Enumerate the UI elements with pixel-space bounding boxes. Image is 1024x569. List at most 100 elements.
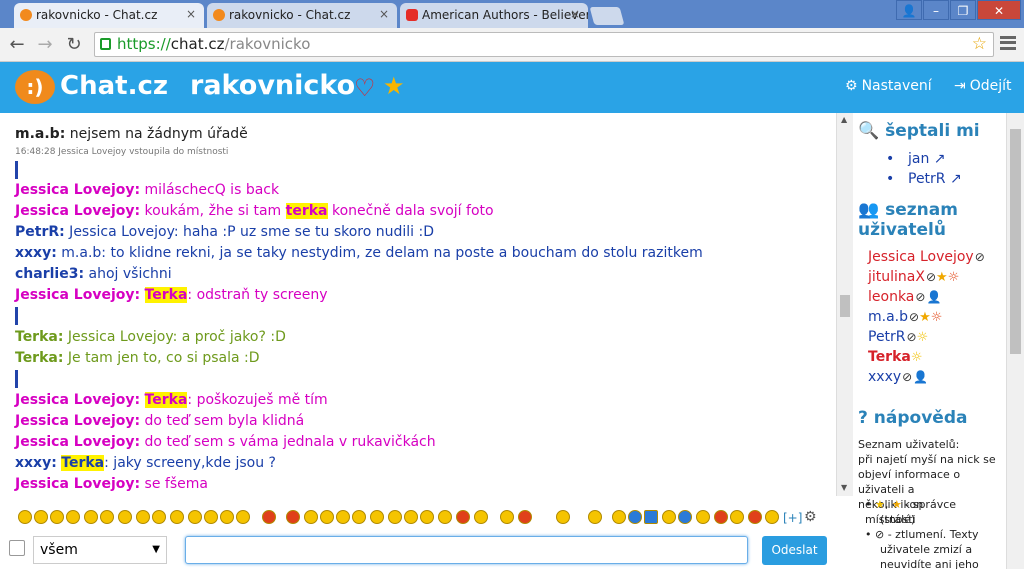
reload-icon[interactable]: ↻ xyxy=(63,34,85,56)
devil-emoticon-icon[interactable] xyxy=(456,510,470,524)
new-tab-button[interactable] xyxy=(589,7,625,25)
browser-tab-2[interactable]: rakovnicko - Chat.cz × xyxy=(207,3,397,28)
send-button[interactable]: Odeslat xyxy=(762,536,827,565)
heart-emoticon-icon[interactable] xyxy=(262,510,276,524)
settings-link[interactable]: ⚙ Nastavení xyxy=(845,78,932,94)
chat-logo-icon[interactable]: :) xyxy=(15,70,55,104)
nick[interactable]: Jessica Lovejoy: xyxy=(15,287,140,303)
smiley-icon[interactable] xyxy=(500,510,514,524)
nick[interactable]: Jessica Lovejoy: xyxy=(15,434,140,450)
smiley-icon[interactable] xyxy=(18,510,32,524)
logo-text[interactable]: Chat.cz xyxy=(60,71,168,101)
smiley-icon[interactable] xyxy=(748,510,762,524)
smiley-icon[interactable] xyxy=(765,510,779,524)
tab-close-icon[interactable]: × xyxy=(186,7,196,21)
user-icon[interactable]: 👤 xyxy=(896,0,922,20)
back-icon[interactable]: ← xyxy=(6,34,28,56)
scroll-down-icon[interactable]: ▼ xyxy=(841,483,847,492)
window-close-icon[interactable]: ✕ xyxy=(977,0,1021,20)
scroll-thumb[interactable] xyxy=(1010,129,1021,354)
nick[interactable]: Jessica Lovejoy: xyxy=(15,203,140,219)
smiley-icon[interactable] xyxy=(352,510,366,524)
scroll-thumb[interactable] xyxy=(840,295,850,317)
smiley-icon[interactable] xyxy=(612,510,626,524)
nick[interactable]: xxxy: xyxy=(15,455,57,471)
chat-scrollbar[interactable]: ▲ ▼ xyxy=(836,113,853,496)
maximize-icon[interactable]: ❐ xyxy=(950,0,976,20)
users-heading: 👥 seznam uživatelů xyxy=(858,200,958,240)
user-item[interactable]: jitulinaX⊘★☼ xyxy=(868,269,959,285)
user-item[interactable]: PetrR⊘☼ xyxy=(868,329,928,345)
nick[interactable]: Jessica Lovejoy: xyxy=(15,392,140,408)
emoticon-settings-icon[interactable]: ⚙ xyxy=(804,509,817,525)
tab-close-icon[interactable]: × xyxy=(570,7,580,21)
user-item[interactable]: xxxy⊘👤 xyxy=(868,369,928,385)
user-item[interactable]: leonka⊘👤 xyxy=(868,289,941,305)
nick[interactable]: Jessica Lovejoy: xyxy=(15,413,140,429)
smiley-icon[interactable] xyxy=(588,510,602,524)
address-bar[interactable]: https://chat.cz/rakovnicko ☆ xyxy=(94,32,994,57)
smiley-icon[interactable] xyxy=(370,510,384,524)
smiley-icon[interactable] xyxy=(336,510,350,524)
smiley-icon[interactable] xyxy=(66,510,80,524)
smiley-icon[interactable] xyxy=(662,510,676,524)
smiley-icon[interactable] xyxy=(404,510,418,524)
nick[interactable]: Terka: xyxy=(15,350,63,366)
message-input[interactable] xyxy=(185,536,748,564)
nick[interactable]: m.a.b: xyxy=(15,126,65,142)
smiley-icon[interactable] xyxy=(118,510,132,524)
tab-close-icon[interactable]: × xyxy=(379,7,389,21)
nick[interactable]: xxxy: xyxy=(15,245,57,261)
smiley-icon[interactable] xyxy=(730,510,744,524)
whisper-checkbox[interactable] xyxy=(9,540,25,556)
nick[interactable]: PetrR: xyxy=(15,224,65,240)
smiley-icon[interactable] xyxy=(696,510,710,524)
favorite-star-icon[interactable]: ★ xyxy=(383,72,405,100)
browser-tab-1[interactable]: rakovnicko - Chat.cz × xyxy=(14,3,204,28)
smiley-icon[interactable] xyxy=(84,510,98,524)
forward-icon[interactable]: → xyxy=(34,34,56,56)
smiley-icon[interactable] xyxy=(50,510,64,524)
smiley-icon[interactable] xyxy=(628,510,642,524)
smiley-icon[interactable] xyxy=(714,510,728,524)
smiley-icon[interactable] xyxy=(420,510,434,524)
smiley-icon[interactable] xyxy=(152,510,166,524)
smiley-icon[interactable] xyxy=(34,510,48,524)
nick[interactable]: Jessica Lovejoy: xyxy=(15,182,140,198)
nick[interactable]: charlie3: xyxy=(15,266,84,282)
recipient-select[interactable]: všem ▼ xyxy=(33,536,167,564)
smiley-icon[interactable] xyxy=(320,510,334,524)
facebook-icon[interactable] xyxy=(644,510,658,524)
minimize-icon[interactable]: – xyxy=(923,0,949,20)
smiley-icon[interactable] xyxy=(170,510,184,524)
cake-emoticon-icon[interactable] xyxy=(286,510,300,524)
user-item[interactable]: Terka☼ xyxy=(868,349,923,365)
more-emoticons-button[interactable]: [+] xyxy=(783,511,802,525)
whisper-item-jan[interactable]: jan ↗ xyxy=(886,151,945,167)
smiley-icon[interactable] xyxy=(388,510,402,524)
smiley-icon[interactable] xyxy=(438,510,452,524)
angry-emoticon-icon[interactable] xyxy=(518,510,532,524)
smiley-icon[interactable] xyxy=(136,510,150,524)
smiley-icon[interactable] xyxy=(236,510,250,524)
logout-link[interactable]: ⇥ Odejít xyxy=(954,78,1012,94)
nick[interactable]: Jessica Lovejoy: xyxy=(15,476,140,492)
smiley-icon[interactable] xyxy=(220,510,234,524)
user-item[interactable]: Jessica Lovejoy⊘ xyxy=(868,249,985,265)
smiley-icon[interactable] xyxy=(556,510,570,524)
smiley-icon[interactable] xyxy=(204,510,218,524)
sidebar-scrollbar[interactable] xyxy=(1006,113,1024,569)
smiley-icon[interactable] xyxy=(188,510,202,524)
browser-menu-icon[interactable] xyxy=(1000,36,1016,50)
scroll-up-icon[interactable]: ▲ xyxy=(841,115,847,124)
smiley-icon[interactable] xyxy=(100,510,114,524)
smiley-icon[interactable] xyxy=(304,510,318,524)
whisper-item-petrr[interactable]: PetrR ↗ xyxy=(886,171,962,187)
skype-icon[interactable] xyxy=(678,510,692,524)
smiley-icon[interactable] xyxy=(474,510,488,524)
heart-icon[interactable]: ♡ xyxy=(354,74,376,102)
browser-tab-3[interactable]: American Authors - Believer × xyxy=(400,3,588,28)
user-item[interactable]: m.a.b⊘★☼ xyxy=(868,309,942,325)
nick[interactable]: Terka: xyxy=(15,329,63,345)
bookmark-star-icon[interactable]: ☆ xyxy=(972,33,987,56)
